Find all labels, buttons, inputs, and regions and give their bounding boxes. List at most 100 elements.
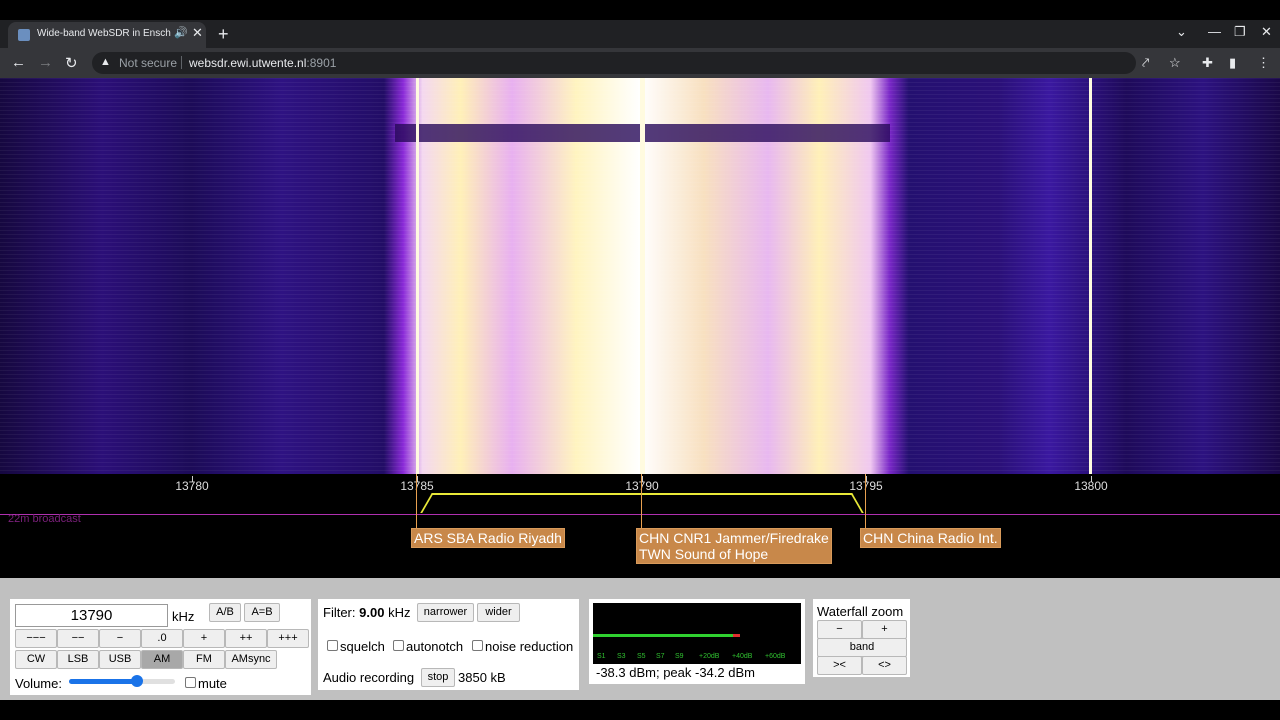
smeter-scale-label: +60dB: [765, 653, 786, 660]
tab-title: Wide-band WebSDR in Ensch: [37, 28, 171, 39]
zoom-title: Waterfall zoom: [817, 604, 904, 619]
smeter-scale-label: S3: [617, 653, 626, 660]
bookmark-star-icon[interactable]: ☆: [1169, 55, 1181, 71]
back-arrow-icon[interactable]: ←: [11, 54, 26, 71]
browser-tab[interactable]: Wide-band WebSDR in Ensch 🔊 ✕: [8, 22, 206, 48]
carrier-line-13800: [1089, 78, 1092, 474]
station-marker: [416, 474, 417, 530]
top-black-strip: [0, 0, 1280, 20]
station-label-line: ARS SBA Radio Riyadh: [414, 530, 562, 546]
zoom-out-button[interactable]: −: [817, 620, 862, 639]
band-line: [0, 514, 1280, 515]
smeter-scale-label: S7: [656, 653, 665, 660]
step-minus-2-button[interactable]: −−: [57, 629, 99, 648]
forward-arrow-icon[interactable]: →: [38, 54, 53, 71]
a-equals-b-button[interactable]: A=B: [244, 603, 280, 622]
autonotch-label: autonotch: [406, 639, 464, 654]
reload-icon[interactable]: ↻: [65, 54, 78, 72]
mode-lsb-button[interactable]: LSB: [57, 650, 99, 669]
carrier-line-13785: [416, 78, 419, 474]
new-tab-button[interactable]: +: [218, 24, 229, 45]
passband-indicator[interactable]: [438, 493, 846, 495]
url-host: websdr.ewi.utwente.nl: [189, 56, 307, 70]
filter-label: Filter:: [323, 605, 356, 620]
more-menu-icon[interactable]: ⋮: [1257, 55, 1270, 71]
zoom-wide-button[interactable]: <>: [862, 656, 907, 675]
speaker-icon[interactable]: 🔊: [174, 26, 188, 39]
side-panel-icon[interactable]: ▮: [1229, 55, 1236, 71]
restore-icon[interactable]: ❐: [1234, 24, 1246, 40]
station-label-ars-sba[interactable]: ARS SBA Radio Riyadh: [411, 528, 565, 548]
smeter-scale-label: S9: [675, 653, 684, 660]
share-icon[interactable]: ⤤: [1142, 55, 1149, 71]
step-minus-3-button[interactable]: −−−: [15, 629, 57, 648]
station-label-chn-cnr1[interactable]: CHN CNR1 Jammer/Firedrake TWN Sound of Ho…: [636, 528, 832, 564]
station-label-line: CHN CNR1 Jammer/Firedrake: [639, 530, 829, 546]
noise-reduction-checkbox[interactable]: [472, 640, 483, 651]
audio-recording-label: Audio recording: [323, 670, 415, 685]
recording-size: 3850 kB: [458, 670, 506, 685]
passband-left-edge[interactable]: [420, 493, 448, 513]
filter-unit: kHz: [388, 605, 411, 620]
autonotch-checkbox[interactable]: [393, 640, 404, 651]
bottom-black-strip: [0, 700, 1280, 720]
warning-icon[interactable]: ▲: [100, 56, 111, 68]
frequency-input[interactable]: 13790: [15, 604, 168, 627]
url-text[interactable]: websdr.ewi.utwente.nl:8901: [189, 56, 336, 70]
tab-close-icon[interactable]: ✕: [192, 25, 203, 41]
mute-checkbox[interactable]: [185, 677, 196, 688]
mode-amsync-button[interactable]: AMsync: [225, 650, 277, 669]
squelch-checkbox[interactable]: [327, 640, 338, 651]
volume-knob[interactable]: [130, 675, 143, 687]
smeter-scale-label: +40dB: [732, 653, 753, 660]
filter-text: Filter: 9.00 kHz: [323, 605, 410, 620]
noise-reduction-label: noise reduction: [485, 639, 574, 654]
mute-label: mute: [198, 676, 227, 691]
mode-usb-button[interactable]: USB: [99, 650, 141, 669]
signal-bar: [593, 634, 740, 637]
station-label-line: TWN Sound of Hope: [639, 546, 769, 562]
volume-slider[interactable]: [69, 675, 175, 687]
step-round-button[interactable]: .0: [141, 629, 183, 648]
filter-value: 9.00: [359, 605, 385, 620]
smeter-scale-label: S1: [597, 653, 606, 660]
window-close-icon[interactable]: ✕: [1261, 24, 1272, 40]
station-marker: [865, 474, 866, 530]
zoom-in-button[interactable]: +: [862, 620, 907, 639]
step-plus-1-button[interactable]: +: [183, 629, 225, 648]
tick-label: 13795: [849, 479, 883, 493]
narrower-button[interactable]: narrower: [417, 603, 474, 622]
ab-button[interactable]: A/B: [209, 603, 241, 622]
step-plus-3-button[interactable]: +++: [267, 629, 309, 648]
signal-reading: -38.3 dBm; peak -34.2 dBm: [596, 665, 755, 680]
volume-fill: [69, 679, 137, 684]
frequency-unit: kHz: [172, 609, 195, 624]
security-label[interactable]: Not secure: [119, 56, 177, 70]
zoom-narrow-button[interactable]: ><: [817, 656, 862, 675]
extensions-puzzle-icon[interactable]: ✚: [1202, 55, 1213, 71]
mode-cw-button[interactable]: CW: [15, 650, 57, 669]
tick-label: 13800: [1074, 479, 1108, 493]
mode-fm-button[interactable]: FM: [183, 650, 225, 669]
wider-button[interactable]: wider: [477, 603, 520, 622]
band-label: 22m broadcast: [8, 513, 81, 525]
step-plus-2-button[interactable]: ++: [225, 629, 267, 648]
step-minus-1-button[interactable]: −: [99, 629, 141, 648]
station-label-chn-cri[interactable]: CHN China Radio Int.: [860, 528, 1001, 548]
volume-label: Volume:: [15, 676, 62, 691]
passband-right-edge[interactable]: [836, 493, 864, 513]
squelch-label: squelch: [340, 639, 385, 654]
waterfall-display[interactable]: [0, 78, 1280, 474]
address-separator: [181, 56, 182, 69]
url-port: :8901: [306, 56, 337, 70]
tick-label: 13790: [625, 479, 659, 493]
minimize-icon[interactable]: —: [1208, 24, 1221, 39]
frequency-scale[interactable]: 13780 13785 13790 13795 13800 22m broadc…: [0, 474, 1280, 579]
station-label-line: CHN China Radio Int.: [863, 530, 998, 546]
zoom-band-button[interactable]: band: [817, 638, 907, 657]
mode-am-button[interactable]: AM: [141, 650, 183, 669]
tick-label: 13780: [175, 479, 209, 493]
tab-search-icon[interactable]: ⌄: [1176, 24, 1187, 40]
tick-label: 13785: [400, 479, 434, 493]
stop-recording-button[interactable]: stop: [421, 668, 455, 687]
